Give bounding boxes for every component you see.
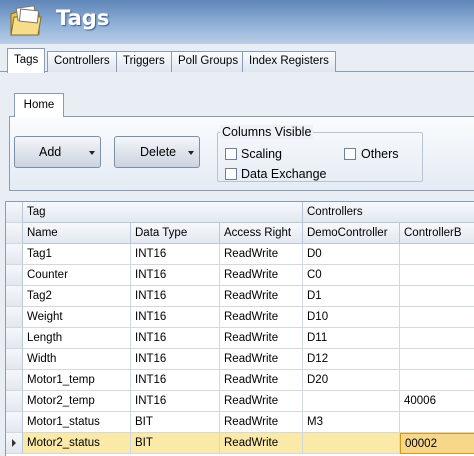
tab-tags[interactable]: Tags: [7, 48, 46, 73]
cell-democontroller[interactable]: D1: [303, 286, 400, 307]
cell-democontroller[interactable]: M3: [303, 412, 400, 433]
row-indicator[interactable]: [6, 265, 23, 286]
row-indicator[interactable]: [6, 391, 23, 412]
cell-controllerb[interactable]: [400, 265, 474, 286]
cell-democontroller[interactable]: D10: [303, 307, 400, 328]
cell-name[interactable]: Length: [23, 328, 131, 349]
tab-triggers[interactable]: Triggers: [116, 51, 172, 72]
cell-democontroller[interactable]: D12: [303, 349, 400, 370]
cell-name[interactable]: Width: [23, 349, 131, 370]
cell-democontroller[interactable]: D11: [303, 328, 400, 349]
cell-name[interactable]: Motor2_temp: [23, 391, 131, 412]
cell-name[interactable]: Motor1_status: [23, 412, 131, 433]
row-indicator[interactable]: [6, 433, 23, 454]
row-indicator-header: [6, 223, 23, 244]
cell-controllerb[interactable]: [400, 244, 474, 265]
cell-access-right[interactable]: ReadWrite: [220, 286, 303, 307]
page-title: Tags: [56, 6, 110, 30]
cell-data-type[interactable]: INT16: [131, 391, 220, 412]
cell-access-right[interactable]: ReadWrite: [220, 391, 303, 412]
cell-access-right[interactable]: ReadWrite: [220, 265, 303, 286]
row-indicator[interactable]: [6, 412, 23, 433]
cell-controllerb[interactable]: 40006: [400, 391, 474, 412]
cell-democontroller[interactable]: D0: [303, 244, 400, 265]
cell-data-type[interactable]: BIT: [131, 412, 220, 433]
cell-controllerb[interactable]: [400, 349, 474, 370]
group-header-tag: Tag: [23, 202, 303, 223]
cell-name[interactable]: Counter: [23, 265, 131, 286]
cell-data-type[interactable]: BIT: [131, 433, 220, 454]
cell-access-right[interactable]: ReadWrite: [220, 328, 303, 349]
tags-grid: Tag Controllers Name Data Type Access Ri…: [5, 201, 474, 456]
main-tabs: Tags Controllers Triggers Poll Groups In…: [0, 44, 474, 73]
others-checkbox[interactable]: [344, 148, 356, 160]
cell-data-type[interactable]: INT16: [131, 328, 220, 349]
cell-access-right[interactable]: ReadWrite: [220, 244, 303, 265]
row-indicator[interactable]: [6, 370, 23, 391]
cell-controllerb[interactable]: [400, 307, 474, 328]
row-indicator[interactable]: [6, 244, 23, 265]
row-indicator[interactable]: [6, 286, 23, 307]
chevron-down-icon[interactable]: [89, 151, 95, 155]
cell-democontroller[interactable]: [303, 391, 400, 412]
column-header-data-type[interactable]: Data Type: [131, 223, 220, 244]
add-button-label: Add: [39, 145, 62, 159]
scaling-label: Scaling: [241, 147, 282, 161]
cell-data-type[interactable]: INT16: [131, 307, 220, 328]
column-header-name[interactable]: Name: [23, 223, 131, 244]
cell-access-right[interactable]: ReadWrite: [220, 370, 303, 391]
tab-index-registers[interactable]: Index Registers: [242, 51, 336, 72]
cell-access-right[interactable]: ReadWrite: [220, 349, 303, 370]
tab-controllers[interactable]: Controllers: [47, 51, 117, 72]
cell-data-type[interactable]: INT16: [131, 244, 220, 265]
group-header-controllers: Controllers: [303, 202, 474, 223]
cell-data-type[interactable]: INT16: [131, 286, 220, 307]
delete-button[interactable]: Delete: [114, 136, 200, 168]
scaling-checkbox[interactable]: [225, 148, 237, 160]
cell-democontroller[interactable]: D20: [303, 370, 400, 391]
cell-name[interactable]: Motor2_status: [23, 433, 131, 454]
column-header-access-right[interactable]: Access Right: [220, 223, 303, 244]
add-button[interactable]: Add: [14, 136, 101, 168]
cell-controllerb[interactable]: [400, 286, 474, 307]
row-indicator-header: [6, 202, 23, 223]
folder-tags-icon: [10, 5, 42, 36]
cell-access-right[interactable]: ReadWrite: [220, 433, 303, 454]
row-indicator[interactable]: [6, 328, 23, 349]
ribbon-tab-home[interactable]: Home: [14, 93, 64, 117]
cell-democontroller[interactable]: C0: [303, 265, 400, 286]
title-bar: Tags: [0, 0, 474, 44]
cell-name[interactable]: Tag2: [23, 286, 131, 307]
row-indicator[interactable]: [6, 307, 23, 328]
cell-data-type[interactable]: INT16: [131, 370, 220, 391]
cell-data-type[interactable]: INT16: [131, 349, 220, 370]
cell-controllerb[interactable]: [400, 412, 474, 433]
cell-data-type[interactable]: INT16: [131, 265, 220, 286]
cell-controllerb[interactable]: [400, 328, 474, 349]
cell-controllerb[interactable]: [400, 370, 474, 391]
tab-poll-groups[interactable]: Poll Groups: [171, 51, 246, 72]
column-header-controllerb[interactable]: ControllerB: [400, 223, 474, 244]
current-row-arrow-icon: [12, 439, 16, 447]
cell-name[interactable]: Weight: [23, 307, 131, 328]
cell-democontroller[interactable]: [303, 433, 400, 454]
cell-name[interactable]: Motor1_temp: [23, 370, 131, 391]
column-header-democontroller[interactable]: DemoController: [303, 223, 400, 244]
cell-access-right[interactable]: ReadWrite: [220, 307, 303, 328]
cell-access-right[interactable]: ReadWrite: [220, 412, 303, 433]
columns-visible-label: Columns Visible: [220, 125, 314, 139]
data-exchange-checkbox[interactable]: [225, 168, 237, 180]
delete-button-label: Delete: [140, 145, 177, 159]
cell-controllerb[interactable]: 00002: [400, 433, 474, 454]
others-label: Others: [361, 147, 399, 161]
chevron-down-icon[interactable]: [188, 151, 194, 155]
data-exchange-label: Data Exchange: [241, 167, 327, 181]
cell-name[interactable]: Tag1: [23, 244, 131, 265]
row-indicator[interactable]: [6, 349, 23, 370]
